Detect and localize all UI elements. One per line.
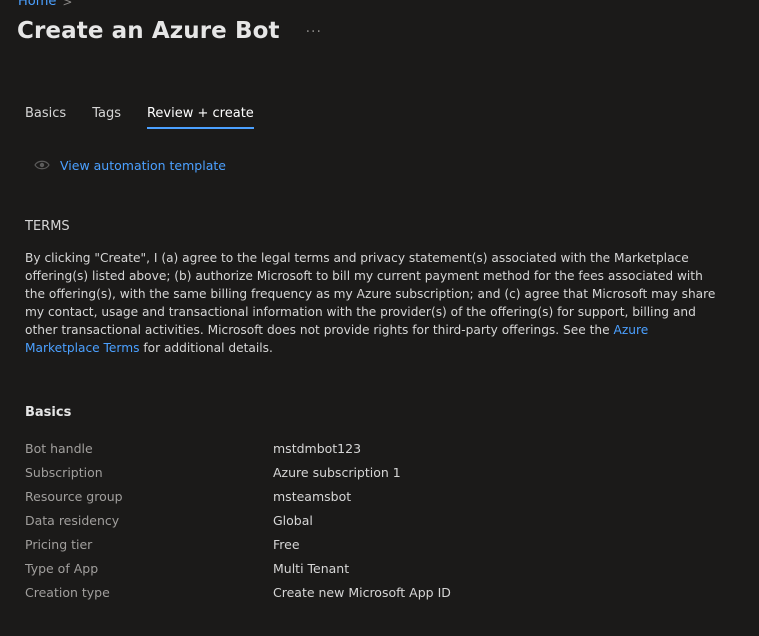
summary-row: Type of App Multi Tenant xyxy=(25,556,725,580)
summary-row: Subscription Azure subscription 1 xyxy=(25,460,725,484)
tab-basics[interactable]: Basics xyxy=(25,106,66,129)
terms-heading: TERMS xyxy=(25,219,70,234)
eye-icon xyxy=(34,156,50,175)
summary-label: Creation type xyxy=(25,584,110,600)
wizard-tabs: Basics Tags Review + create xyxy=(25,106,280,129)
summary-label: Data residency xyxy=(25,512,120,528)
basics-summary: Bot handle mstdmbot123 Subscription Azur… xyxy=(25,436,725,604)
summary-label: Type of App xyxy=(25,560,99,576)
summary-value: Free xyxy=(273,536,300,552)
page-title: Create an Azure Bot xyxy=(17,18,280,44)
summary-row: Creation type Create new Microsoft App I… xyxy=(25,580,725,604)
more-options-icon[interactable]: ... xyxy=(306,20,322,36)
title-row: Create an Azure Bot ... xyxy=(17,18,322,44)
chevron-right-icon: > xyxy=(62,0,73,9)
summary-value: Create new Microsoft App ID xyxy=(273,584,451,600)
breadcrumb: Home > xyxy=(18,0,72,9)
breadcrumb-home-link[interactable]: Home xyxy=(18,0,56,9)
terms-text-part2: for additional details. xyxy=(139,341,273,355)
summary-label: Bot handle xyxy=(25,440,93,456)
basics-section-heading: Basics xyxy=(25,405,72,420)
summary-label: Subscription xyxy=(25,464,103,480)
summary-value: mstdmbot123 xyxy=(273,440,362,456)
summary-value: Azure subscription 1 xyxy=(273,464,401,480)
summary-label: Resource group xyxy=(25,488,123,504)
tab-review-create[interactable]: Review + create xyxy=(146,106,254,129)
summary-label: Pricing tier xyxy=(25,536,93,552)
terms-text-part1: By clicking "Create", I (a) agree to the… xyxy=(25,251,716,337)
terms-text: By clicking "Create", I (a) agree to the… xyxy=(25,249,725,357)
view-automation-template[interactable]: View automation template xyxy=(34,156,226,175)
summary-value: Global xyxy=(273,512,313,528)
tab-tags[interactable]: Tags xyxy=(92,106,121,129)
summary-value: msteamsbot xyxy=(273,488,352,504)
summary-row: Resource group msteamsbot xyxy=(25,484,725,508)
summary-value: Multi Tenant xyxy=(273,560,350,576)
summary-row: Bot handle mstdmbot123 xyxy=(25,436,725,460)
summary-row: Pricing tier Free xyxy=(25,532,725,556)
view-automation-template-link[interactable]: View automation template xyxy=(60,158,226,173)
summary-row: Data residency Global xyxy=(25,508,725,532)
